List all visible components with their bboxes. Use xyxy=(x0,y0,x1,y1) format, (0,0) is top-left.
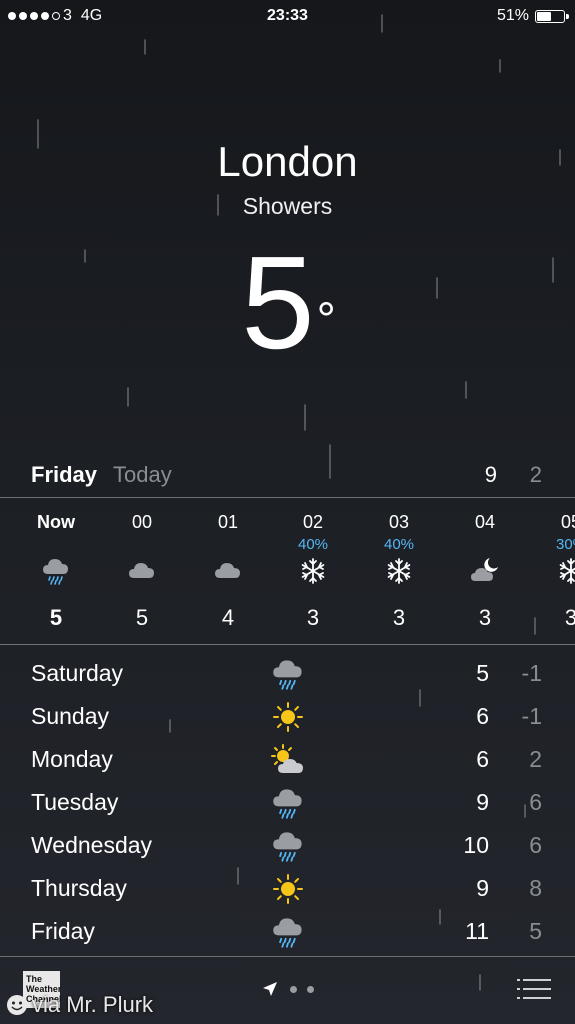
page-dot[interactable] xyxy=(290,986,297,993)
hourly-item: 00 5 xyxy=(107,500,177,642)
current-temperature: 5° xyxy=(0,228,575,378)
hour-label: 04 xyxy=(474,512,496,532)
day-name: Wednesday xyxy=(31,832,153,858)
today-day: Friday xyxy=(31,462,98,487)
day-low: 6 xyxy=(529,832,542,858)
battery-percent: 51% xyxy=(496,7,529,24)
hour-temp: 4 xyxy=(221,605,235,630)
day-name: Monday xyxy=(31,746,113,772)
daily-row: Monday 6 2 xyxy=(0,738,575,781)
hourly-item: 04 3 xyxy=(450,500,520,642)
day-low: 8 xyxy=(529,875,542,901)
temperature-value: 5 xyxy=(241,229,314,376)
battery-icon xyxy=(535,9,569,23)
moon-cloud-icon xyxy=(470,556,500,586)
day-high: 11 xyxy=(465,918,489,944)
hour-temp: 3 xyxy=(306,605,320,630)
snowflake-icon xyxy=(556,556,575,586)
precip-chance: 40% xyxy=(383,536,415,553)
hourly-item: 03 40% 3 xyxy=(364,500,434,642)
day-name: Sunday xyxy=(31,703,110,729)
day-high: 5 xyxy=(476,660,489,686)
hourly-item: 01 4 xyxy=(193,500,263,642)
hour-temp: 3 xyxy=(392,605,406,630)
snowflake-icon xyxy=(298,556,328,586)
today-label: Today xyxy=(113,462,172,487)
partly-cloudy-icon xyxy=(271,743,305,777)
day-name: Thursday xyxy=(31,875,127,901)
hourly-item: 02 40% 3 xyxy=(278,500,348,642)
precip-chance: 30% xyxy=(555,536,575,553)
hourly-item: Now 5 xyxy=(21,500,91,642)
day-low: -1 xyxy=(521,703,542,729)
today-low: 2 xyxy=(529,462,542,487)
day-high: 9 xyxy=(476,789,489,815)
hour-label: 03 xyxy=(388,512,410,532)
hour-label: 01 xyxy=(217,512,239,532)
daily-row: Thursday 9 8 xyxy=(0,867,575,910)
day-high: 9 xyxy=(476,875,489,901)
day-name: Tuesday xyxy=(31,789,119,815)
hour-temp: 5 xyxy=(49,605,63,630)
daily-forecast: Saturday 5 -1 Sunday 6 -1 Monday 6 2 Tuesday 9 6 Wed… xyxy=(0,652,575,953)
sun-icon xyxy=(271,700,305,734)
day-low: 5 xyxy=(529,918,542,944)
daily-row: Wednesday 10 6 xyxy=(0,824,575,867)
daily-row: Friday 11 5 xyxy=(0,910,575,953)
precip-chance: 40% xyxy=(297,536,329,553)
list-icon[interactable] xyxy=(517,978,551,1000)
cloud-icon xyxy=(213,556,243,586)
hour-label: 00 xyxy=(131,512,153,532)
hour-label: 02 xyxy=(302,512,324,532)
hour-temp: 5 xyxy=(135,605,149,630)
hour-label: 05 xyxy=(560,512,575,532)
status-bar: 3 4G 23:33 51% xyxy=(0,0,575,34)
rain-cloud-icon xyxy=(271,786,305,820)
rain-cloud-icon xyxy=(41,556,71,586)
cloud-icon xyxy=(127,556,157,586)
hour-label: Now xyxy=(37,512,75,532)
divider xyxy=(0,497,575,498)
today-summary: Friday Today 9 2 xyxy=(0,462,575,492)
day-high: 6 xyxy=(476,703,489,729)
rain-cloud-icon xyxy=(271,657,305,691)
divider xyxy=(0,956,575,957)
watermark: via Mr. Plurk xyxy=(6,992,153,1018)
today-high: 9 xyxy=(484,462,497,487)
watermark-text: via Mr. Plurk xyxy=(32,992,154,1017)
page-dot[interactable] xyxy=(307,986,314,993)
status-time: 23:33 xyxy=(267,7,308,24)
weather-condition: Showers xyxy=(242,193,333,219)
hourly-item: 05 30% 3 xyxy=(536,500,575,642)
hour-temp: 3 xyxy=(564,605,575,630)
daily-row: Saturday 5 -1 xyxy=(0,652,575,695)
day-low: -1 xyxy=(521,660,542,686)
day-name: Saturday xyxy=(31,660,124,686)
day-name: Friday xyxy=(31,918,95,944)
hour-temp: 3 xyxy=(478,605,492,630)
location-arrow-icon[interactable] xyxy=(261,980,279,998)
day-high: 10 xyxy=(463,832,489,858)
day-low: 6 xyxy=(529,789,542,815)
sun-icon xyxy=(271,872,305,906)
snowflake-icon xyxy=(384,556,414,586)
hourly-forecast[interactable]: Now 5 00 5 01 4 02 40% 3 03 40% 3 04 3 05 30% 3 xyxy=(0,500,575,642)
divider xyxy=(0,644,575,645)
day-high: 6 xyxy=(476,746,489,772)
city-name: London xyxy=(217,138,358,185)
daily-row: Sunday 6 -1 xyxy=(0,695,575,738)
smiley-icon xyxy=(7,995,27,1015)
day-low: 2 xyxy=(529,746,542,772)
rain-cloud-icon xyxy=(271,915,305,949)
rain-cloud-icon xyxy=(271,829,305,863)
daily-row: Tuesday 9 6 xyxy=(0,781,575,824)
degree-symbol: ° xyxy=(316,294,336,347)
